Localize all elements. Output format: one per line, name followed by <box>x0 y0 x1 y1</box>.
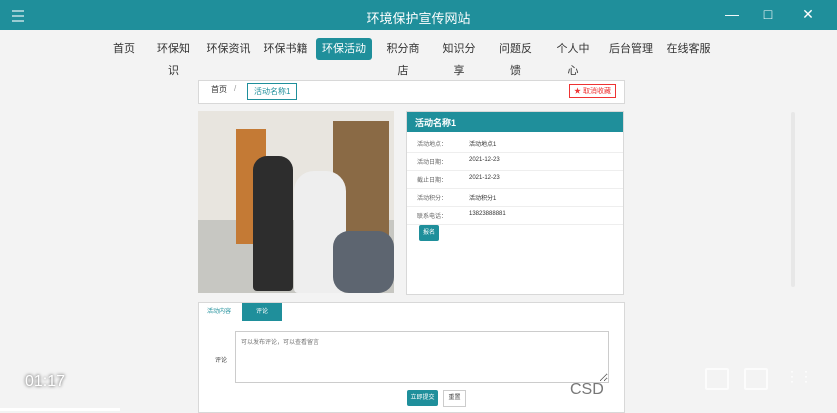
nav-news[interactable]: 环保资讯 <box>206 38 251 60</box>
nav-activities[interactable]: 环保活动 <box>316 38 372 60</box>
reset-button[interactable]: 重置 <box>443 390 466 407</box>
field-label: 活动积分： <box>417 196 448 202</box>
breadcrumb: 首页 / 活动名称1 ★ 取消收藏 <box>198 80 625 104</box>
comment-label: 评论 <box>215 358 228 364</box>
maximize-icon[interactable]: □ <box>758 6 778 24</box>
photo-person-right <box>333 231 394 293</box>
watermark-brand: CSD <box>570 381 604 398</box>
window-titlebar: 环境保护宣传网站 — □ ✕ <box>0 0 837 30</box>
field-label: 活动地点： <box>417 142 448 148</box>
nav-support[interactable]: 在线客服 <box>666 38 711 60</box>
info-row-phone: 联系电话： 13823888881 <box>407 206 623 225</box>
close-icon[interactable]: ✕ <box>798 6 818 24</box>
content-panel: 活动内容 评论 评论 立即提交 重置 <box>198 302 625 413</box>
nav-feedback[interactable]: 问题反馈 <box>494 38 537 77</box>
nav-profile[interactable]: 个人中心 <box>552 38 594 77</box>
comment-input[interactable] <box>235 331 609 383</box>
field-value: 2021-12-23 <box>469 175 500 181</box>
video-time: 01:17 <box>25 373 66 390</box>
tab-comments[interactable]: 评论 <box>242 303 282 321</box>
breadcrumb-current[interactable]: 活动名称1 <box>247 83 298 100</box>
activity-photo <box>198 111 394 293</box>
info-row-date: 活动日期： 2021-12-23 <box>407 152 623 171</box>
field-value: 2021-12-23 <box>469 157 500 163</box>
nav-knowledge[interactable]: 环保知识 <box>152 38 195 77</box>
submit-comment-button[interactable]: 立即提交 <box>407 390 438 406</box>
info-row-deadline: 截止日期： 2021-12-23 <box>407 170 623 189</box>
nav-admin[interactable]: 后台管理 <box>609 38 653 60</box>
breadcrumb-separator: / <box>234 84 237 93</box>
field-value: 13823888881 <box>469 211 506 217</box>
nav-share[interactable]: 知识分享 <box>438 38 480 77</box>
activity-info-card: 活动名称1 活动地点： 活动地点1 活动日期： 2021-12-23 截止日期： 20… <box>406 111 624 295</box>
field-value: 活动地点1 <box>469 142 497 148</box>
field-label: 活动日期： <box>417 160 448 166</box>
field-label: 联系电话： <box>417 214 448 220</box>
info-row-points: 活动积分： 活动积分1 <box>407 188 623 207</box>
field-label: 截止日期： <box>417 178 448 184</box>
subtitle-icon[interactable] <box>705 368 729 390</box>
nav-home[interactable]: 首页 <box>110 38 138 60</box>
nav-store[interactable]: 积分商店 <box>382 38 424 77</box>
window-title: 环境保护宣传网站 <box>366 11 471 26</box>
activity-title: 活动名称1 <box>407 112 623 132</box>
fullscreen-icon[interactable] <box>744 368 768 390</box>
field-value: 活动积分1 <box>469 196 497 202</box>
tab-activity-content[interactable]: 活动内容 <box>199 303 239 321</box>
favorite-button[interactable]: ★ 取消收藏 <box>569 84 616 98</box>
info-row-location: 活动地点： 活动地点1 <box>407 134 623 153</box>
breadcrumb-home[interactable]: 首页 <box>211 84 227 95</box>
page-scrollbar[interactable] <box>791 112 795 287</box>
main-nav: 首页 环保知识 环保资讯 环保书籍 环保活动 积分商店 知识分享 问题反馈 个人… <box>0 34 837 77</box>
minimize-icon[interactable]: — <box>722 6 742 24</box>
register-button[interactable]: 报名 <box>419 225 439 241</box>
nav-books[interactable]: 环保书籍 <box>263 38 308 60</box>
more-icon[interactable]: ⋮⋮ <box>785 368 813 386</box>
photo-person-left <box>253 156 293 291</box>
